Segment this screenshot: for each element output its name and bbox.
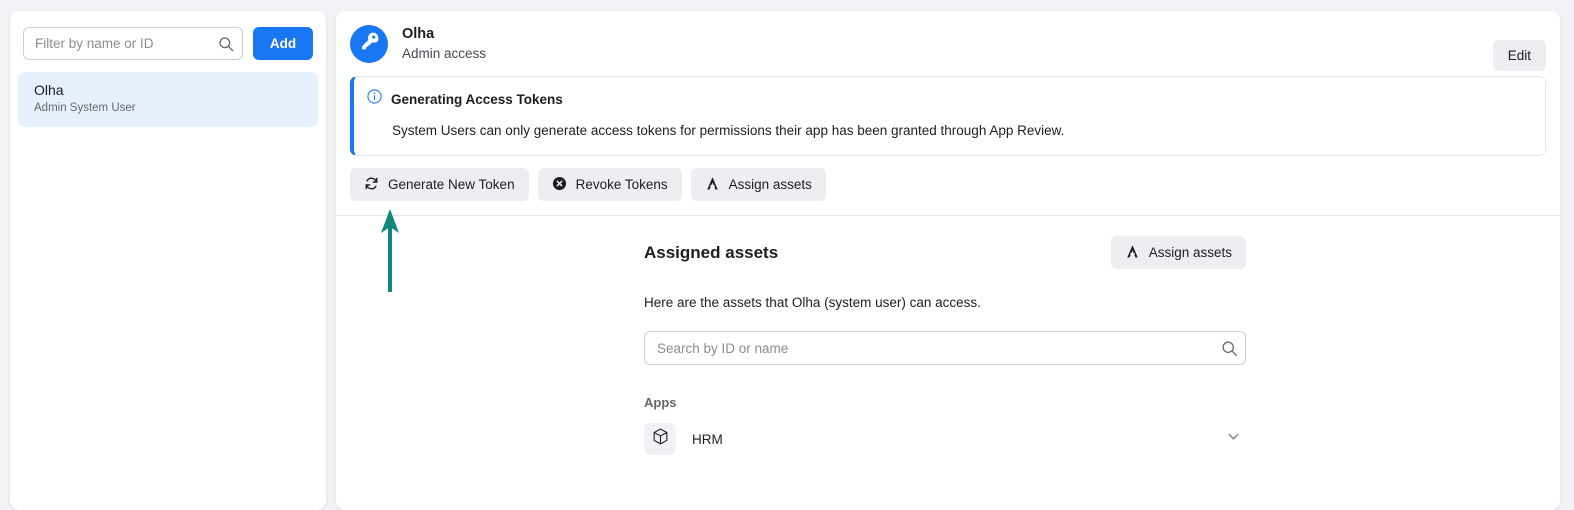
avatar	[350, 25, 388, 63]
assets-search-input[interactable]	[644, 331, 1246, 365]
sidebar-item-role: Admin System User	[34, 102, 136, 114]
app-icon-wrapper	[644, 423, 676, 455]
assign-assets-top-label: Assign assets	[728, 177, 812, 192]
detail-header: Olha Admin access Edit	[336, 11, 1560, 73]
page-title: Olha	[402, 26, 435, 42]
assign-assets-button-top[interactable]: Assign assets	[690, 168, 826, 201]
app-name-label: HRM	[692, 431, 723, 447]
token-actions-row: Generate New Token Revoke Tokens Assign …	[336, 156, 1560, 215]
assigned-assets-title: Assigned assets	[644, 242, 779, 262]
x-circle-icon	[552, 176, 567, 194]
apps-group-label: Apps	[644, 395, 677, 410]
system-user-list: Olha Admin System User	[10, 60, 326, 127]
refresh-icon	[364, 176, 379, 194]
section-divider	[336, 215, 1560, 216]
assigned-assets-description: Here are the assets that Olha (system us…	[644, 295, 981, 310]
info-banner-title: Generating Access Tokens	[391, 91, 563, 107]
revoke-tokens-label: Revoke Tokens	[575, 177, 668, 192]
list-item-hrm[interactable]: HRM	[644, 422, 1246, 456]
add-button[interactable]: Add	[253, 27, 313, 60]
edit-button[interactable]: Edit	[1492, 40, 1546, 71]
filter-input-wrapper	[23, 27, 243, 60]
info-banner-body: System Users can only generate access to…	[392, 123, 1065, 138]
filter-input[interactable]	[23, 27, 243, 60]
key-icon	[359, 31, 380, 57]
info-circle-icon	[367, 89, 382, 109]
sidebar-item-label: Olha	[34, 82, 64, 98]
assets-triangle-icon	[1125, 244, 1140, 262]
assign-assets-label: Assign assets	[1148, 245, 1232, 260]
assigned-assets-header: Assigned assets Assign assets	[644, 236, 1246, 269]
generate-new-token-button[interactable]: Generate New Token	[350, 168, 529, 201]
cube-icon	[651, 427, 670, 451]
assign-assets-button[interactable]: Assign assets	[1110, 236, 1246, 269]
assigned-assets-section: Assigned assets Assign assets Here are t…	[644, 236, 1246, 456]
system-users-sidebar: Add Olha Admin System User	[10, 11, 326, 510]
sidebar-filter-row: Add	[10, 11, 326, 60]
sidebar-item-olha[interactable]: Olha Admin System User	[18, 72, 318, 127]
access-level-label: Admin access	[402, 46, 487, 61]
detail-header-text: Olha Admin access	[402, 25, 486, 63]
app-root: Add Olha Admin System User Olha Admin ac…	[0, 0, 1574, 510]
revoke-tokens-button[interactable]: Revoke Tokens	[537, 168, 682, 201]
assets-triangle-icon	[705, 176, 720, 194]
system-user-detail-panel: Olha Admin access Edit Generating Access…	[336, 11, 1560, 510]
info-banner: Generating Access Tokens System Users ca…	[350, 76, 1546, 156]
assets-search-wrapper	[644, 331, 1246, 365]
info-banner-title-row: Generating Access Tokens	[367, 89, 1531, 109]
chevron-down-icon[interactable]	[1226, 429, 1241, 449]
generate-new-token-label: Generate New Token	[388, 177, 515, 192]
